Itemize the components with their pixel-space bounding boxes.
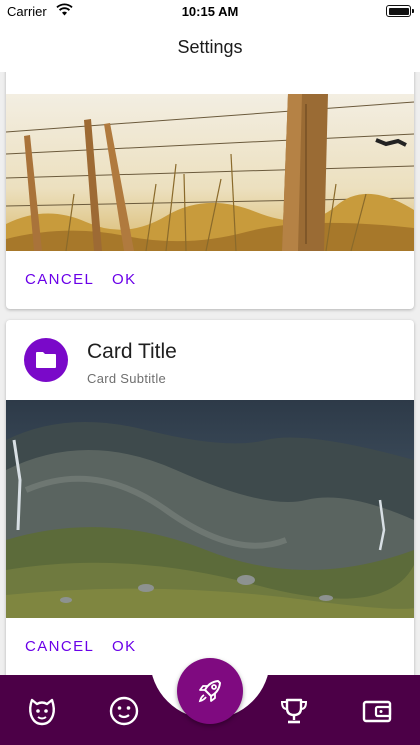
status-bar: Carrier 10:15 AM	[0, 0, 420, 24]
page-title: Settings	[177, 37, 243, 57]
folder-icon	[36, 352, 56, 368]
face-happy-icon[interactable]	[24, 693, 60, 729]
card-list[interactable]: CANCEL OK Card Title Card Subtitle CANCE…	[0, 72, 420, 675]
trophy-icon[interactable]	[276, 693, 312, 729]
cancel-button[interactable]: CANCEL	[25, 271, 94, 288]
wallet-icon[interactable]	[359, 693, 395, 729]
app-bar: Settings	[0, 24, 420, 72]
clock: 10:15 AM	[181, 4, 239, 19]
rocket-button[interactable]	[177, 658, 243, 724]
rocket-icon	[198, 680, 221, 703]
card: Card Title Card Subtitle CANCEL OK	[6, 320, 414, 675]
smiley-icon[interactable]	[106, 693, 142, 729]
fence-photo	[6, 94, 414, 251]
cancel-button[interactable]: CANCEL	[25, 638, 94, 655]
avatar	[24, 338, 68, 382]
ok-button[interactable]: OK	[112, 271, 136, 288]
card-actions: CANCEL OK	[6, 251, 414, 309]
card-subtitle: Card Subtitle	[87, 371, 167, 386]
ok-button[interactable]: OK	[112, 638, 136, 655]
card-title: Card Title	[87, 340, 177, 363]
card: CANCEL OK	[6, 72, 414, 309]
battery-icon	[386, 5, 414, 17]
bottom-navigation	[0, 653, 420, 745]
mountain-photo	[6, 400, 414, 618]
